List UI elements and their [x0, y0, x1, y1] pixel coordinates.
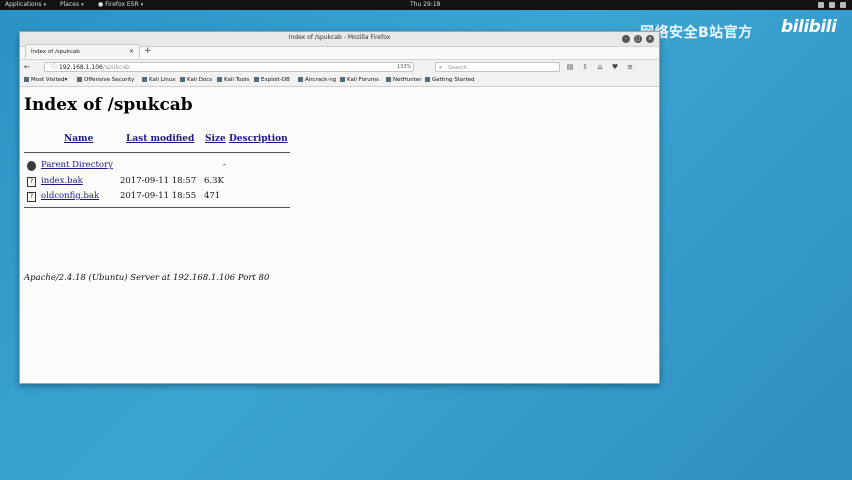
server-signature: Apache/2.4.18 (Ubuntu) Server at 192.168…	[24, 273, 270, 283]
hamburger-menu-icon[interactable]: ≡	[625, 63, 635, 71]
new-tab-icon[interactable]: +	[144, 46, 152, 56]
bookmark-label: NetHunter	[393, 77, 422, 83]
bookmark-item[interactable]: NetHunter	[386, 75, 422, 86]
search-input[interactable]: ⌕ Search	[435, 62, 560, 72]
bookmark-icon	[298, 77, 303, 82]
divider	[24, 207, 290, 208]
browser-window: Index of /spukcab - Mozilla Firefox – □ …	[19, 31, 660, 384]
toolbar-icons: ▤ ⇩ ⌂ ♥ ≡	[565, 63, 635, 71]
nav-buttons: ←	[24, 63, 30, 71]
bookmark-icon	[217, 77, 222, 82]
chevron-down-icon: ▾	[81, 2, 84, 8]
list-item: ? oldconfig.bak 2017-09-11 18:55 471	[24, 191, 324, 203]
bookmark-item[interactable]: Exploit-DB	[254, 75, 290, 86]
firefox-icon: ●	[98, 1, 104, 8]
bookmark-label: Kali Forums	[347, 77, 379, 83]
bookmark-item[interactable]: Offensive Security	[77, 75, 134, 86]
tab-close-icon[interactable]: ×	[129, 45, 134, 59]
size-cell: 471	[204, 191, 221, 201]
bookmark-icon	[142, 77, 147, 82]
bookmark-label: Kali Linux	[149, 77, 176, 83]
divider	[24, 152, 290, 153]
modified-cell: 2017-09-11 18:55	[120, 191, 197, 201]
column-header-last-modified[interactable]: Last modified	[126, 134, 194, 144]
bookmark-item[interactable]: Kali Docs	[180, 75, 212, 86]
search-placeholder: Search	[448, 65, 467, 71]
file-link[interactable]: oldconfig.bak	[41, 191, 99, 201]
bookmark-icon	[425, 77, 430, 82]
column-header-size[interactable]: Size	[205, 134, 226, 144]
download-icon[interactable]: ⇩	[580, 63, 590, 71]
size-cell: -	[223, 160, 226, 170]
minimize-icon[interactable]: –	[622, 35, 630, 43]
chevron-down-icon: ▾	[43, 2, 47, 8]
home-icon[interactable]: ⌂	[595, 63, 605, 71]
parent-directory-link[interactable]: Parent Directory	[41, 160, 113, 170]
window-title: Index of /spukcab - Mozilla Firefox	[288, 34, 391, 41]
file-link[interactable]: index.bak	[41, 176, 83, 186]
bookmark-item[interactable]: Kali Tools	[217, 75, 249, 86]
back-icon[interactable]: ←	[24, 63, 30, 71]
info-icon[interactable]: ⓘ	[51, 64, 57, 71]
back-arrow-icon	[27, 161, 36, 171]
modified-cell: 2017-09-11 18:57	[120, 176, 197, 186]
column-header-description[interactable]: Description	[229, 134, 288, 144]
list-item: Parent Directory -	[24, 160, 324, 172]
chevron-down-icon: ▾	[140, 2, 144, 8]
list-item: ? index.bak 2017-09-11 18:57 6.3K	[24, 176, 324, 188]
navigation-bar: ← ⓘ 192.168.1.106/spukcab 133% ⌕ Search …	[20, 59, 659, 76]
bookmark-item[interactable]: Aircrack-ng	[298, 75, 336, 86]
unknown-file-icon: ?	[27, 177, 36, 187]
bookmark-item[interactable]: Getting Started	[425, 75, 475, 86]
bookmark-label: Getting Started	[432, 77, 475, 83]
url-host: 192.168.1.106	[58, 64, 103, 71]
bookmark-label: Kali Tools	[224, 77, 250, 83]
places-menu[interactable]: Places ▾	[60, 0, 84, 10]
size-cell: 6.3K	[204, 176, 224, 186]
bookmark-icon	[77, 77, 82, 82]
bookmark-icon	[24, 77, 29, 82]
applications-menu[interactable]: Applications ▾	[5, 0, 46, 10]
bookmark-label: Most Visited	[31, 77, 65, 83]
bookmark-icon	[340, 77, 345, 82]
bookmark-label: Kali Docs	[187, 77, 213, 83]
clock[interactable]: Thu 29:18	[410, 0, 440, 10]
url-bar[interactable]: ⓘ 192.168.1.106/spukcab	[44, 62, 414, 72]
pocket-icon[interactable]: ♥	[610, 63, 620, 71]
bookmark-icon	[254, 77, 259, 82]
tab-active[interactable]: Index of /spukcab ×	[25, 44, 140, 58]
url-path: /spukcab	[102, 64, 130, 71]
search-icon: ⌕	[439, 65, 443, 71]
bookmark-item[interactable]: Most Visited▾	[24, 75, 67, 86]
places-label: Places	[60, 1, 80, 8]
bookmark-label: Aircrack-ng	[305, 77, 337, 83]
page-content: Index of /spukcab Name Last modified Siz…	[20, 87, 659, 383]
window-controls: – □ ×	[622, 35, 654, 43]
reader-view-icon[interactable]: ▤	[565, 63, 575, 71]
bookmark-label: Exploit-DB	[261, 77, 290, 83]
bookmark-icon	[180, 77, 185, 82]
zoom-level[interactable]: 133%	[397, 64, 411, 70]
bookmarks-toolbar: Most Visited▾ Offensive Security Kali Li…	[20, 75, 659, 87]
volume-icon[interactable]	[829, 2, 835, 8]
system-tray	[818, 0, 846, 8]
active-app-menu[interactable]: ● Firefox ESR ▾	[98, 0, 143, 10]
unknown-file-icon: ?	[27, 192, 36, 202]
maximize-icon[interactable]: □	[634, 35, 642, 43]
page-title: Index of /spukcab	[24, 95, 193, 115]
close-icon[interactable]: ×	[646, 35, 654, 43]
active-app-label: Firefox ESR	[105, 1, 139, 8]
bookmark-label: Offensive Security	[84, 77, 135, 83]
tab-label: Index of /spukcab	[31, 49, 80, 55]
bookmark-icon	[386, 77, 391, 82]
top-panel: Applications ▾ Places ▾ ● Firefox ESR ▾ Thu…	[0, 0, 852, 10]
applications-label: Applications	[5, 1, 42, 8]
network-icon[interactable]	[818, 2, 824, 8]
power-icon[interactable]	[840, 2, 846, 8]
column-header-name[interactable]: Name	[64, 134, 93, 144]
bookmark-item[interactable]: Kali Linux	[142, 75, 176, 86]
bilibili-logo: bilibili	[781, 17, 837, 37]
bookmark-item[interactable]: Kali Forums	[340, 75, 379, 86]
